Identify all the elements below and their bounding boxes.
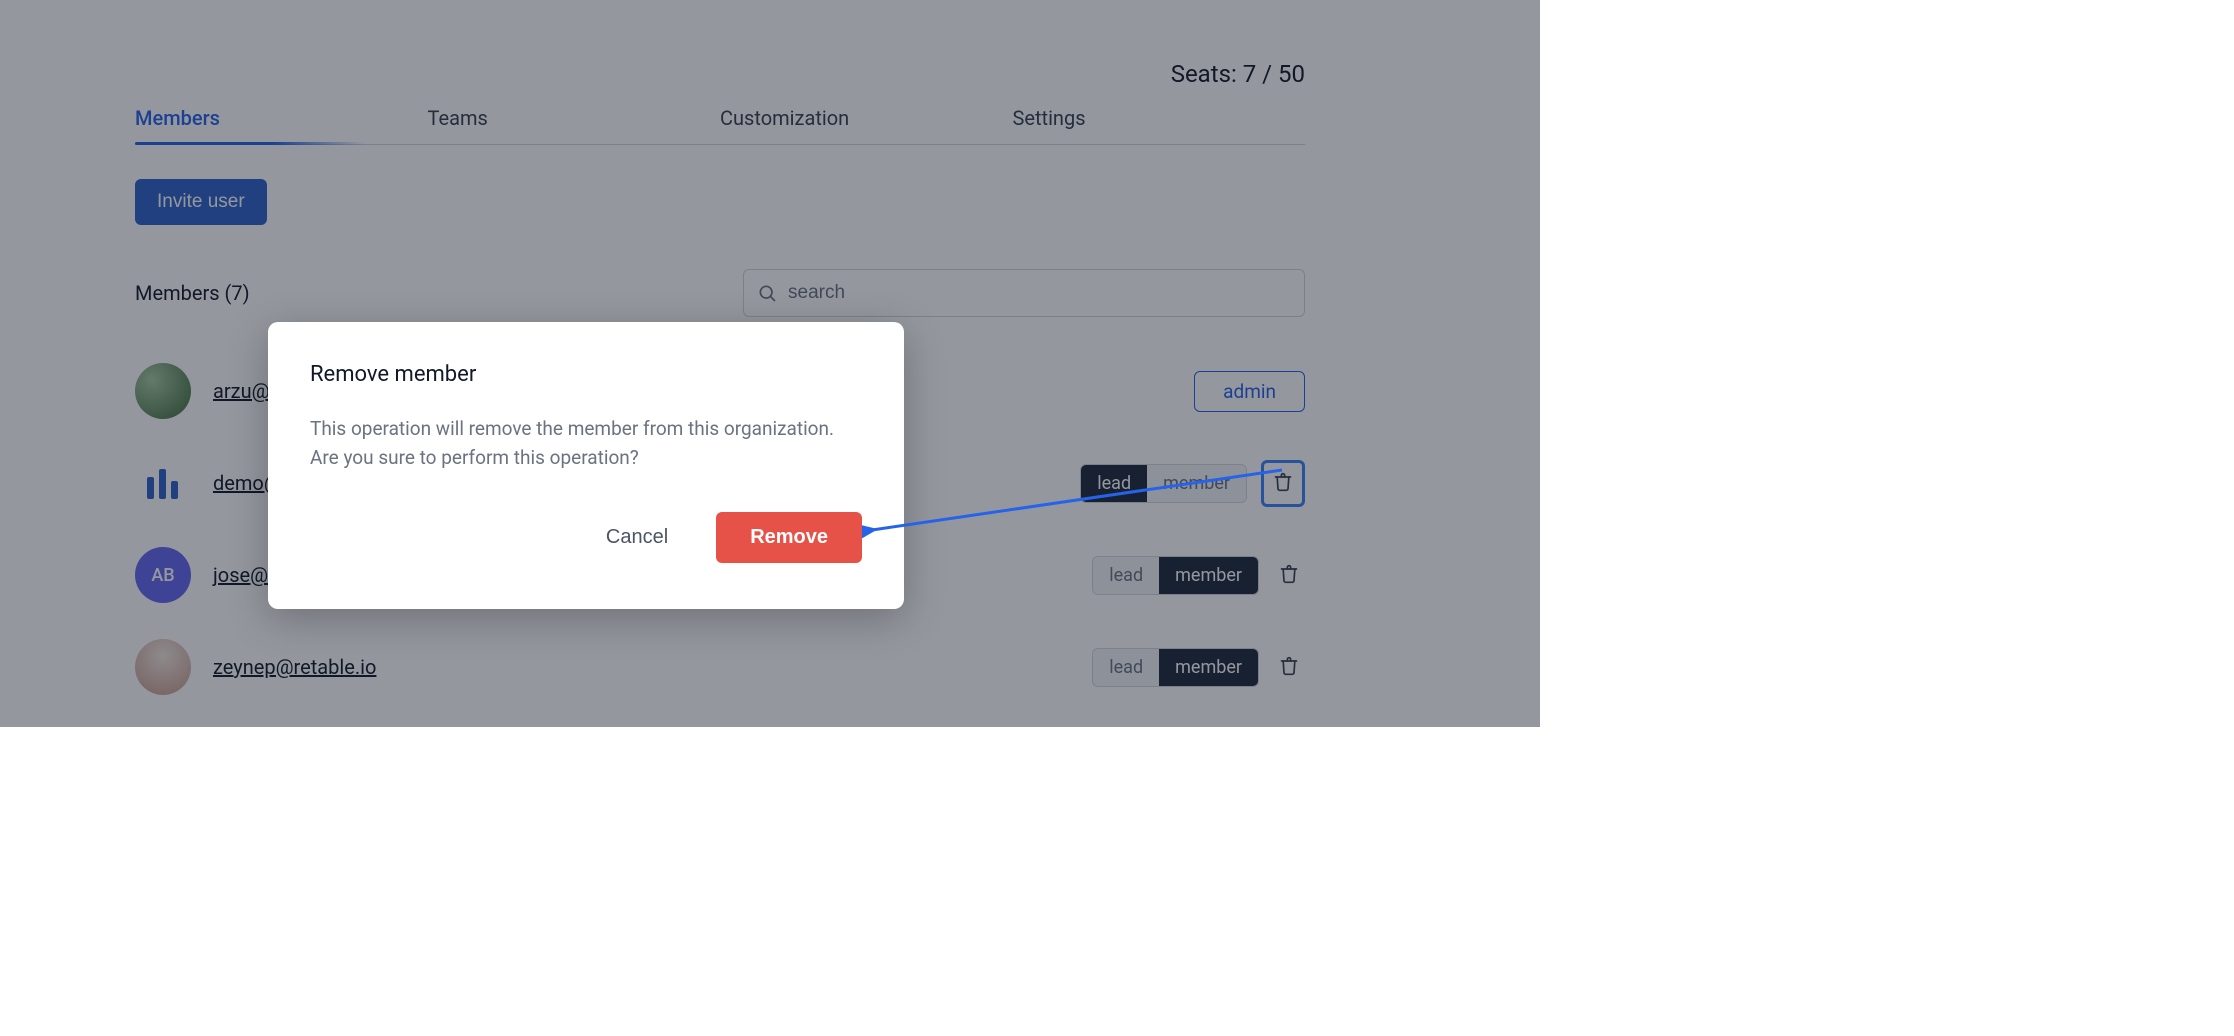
cancel-button[interactable]: Cancel <box>606 526 668 549</box>
modal-body-text: This operation will remove the member fr… <box>310 415 862 472</box>
modal-actions: Cancel Remove <box>310 512 862 563</box>
modal-title: Remove member <box>310 362 862 387</box>
remove-member-modal: Remove member This operation will remove… <box>268 322 904 609</box>
page-root: Seats: 7 / 50 Members Teams Customizatio… <box>0 0 1540 727</box>
remove-confirm-button[interactable]: Remove <box>716 512 862 563</box>
